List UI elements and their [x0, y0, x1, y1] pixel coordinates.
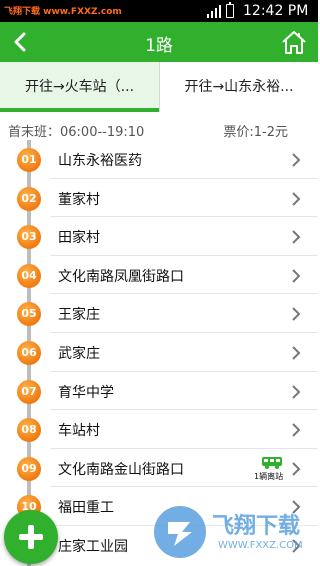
stop-number-badge: 03 [17, 225, 41, 250]
stop-name: 车站村 [58, 423, 100, 440]
stop-number-badge: 02 [17, 186, 41, 211]
chevron-right-icon [292, 191, 301, 206]
watermark: 飞翔下载 WWW.FXXZ.COM [152, 500, 312, 564]
status-watermark: 飞翔下载 www.FXXZ.com [4, 7, 122, 17]
stop-number-badge: 04 [17, 263, 41, 288]
watermark-url: WWW.FXXZ.COM [218, 540, 303, 551]
chevron-right-icon [292, 153, 301, 167]
stop-name: 育华中学 [58, 384, 114, 401]
service-hours: 首末班：06:00--19:10 [8, 125, 145, 140]
stop-number-badge: 06 [17, 341, 41, 365]
stop-row[interactable]: 01 山东永裕医药 [0, 140, 318, 179]
stop-number-badge: 09 [17, 456, 41, 481]
plus-icon [19, 525, 43, 549]
fare: 票价:1-2元 [223, 125, 288, 140]
stop-number-badge: 07 [17, 379, 41, 404]
bus-icon [262, 456, 282, 469]
stop-row[interactable]: 07 育华中学 [0, 372, 318, 411]
chevron-right-icon [292, 462, 301, 476]
direction-tabs: 开往→火车站（... 开往→山东永裕... [0, 62, 318, 112]
stop-name: 田家村 [58, 230, 100, 247]
stop-row[interactable]: 09 文化南路金山街路口 1辆离站 [0, 449, 318, 488]
clock: 12:42 PM [243, 3, 309, 19]
tab-direction-2[interactable]: 开往→山东永裕... [159, 62, 318, 112]
stop-row[interactable]: 06 武家庄 [0, 333, 318, 372]
chevron-right-icon [292, 269, 301, 283]
stop-row[interactable]: 05 王家庄 [0, 294, 318, 333]
stop-name: 王家庄 [58, 307, 100, 324]
stop-number-badge: 08 [17, 418, 41, 443]
bus-status-label: 1辆离站 [254, 471, 284, 481]
watermark-logo-icon [154, 506, 206, 558]
stop-number-badge: 01 [17, 148, 41, 172]
stop-name: 文化南路金山街路口 [58, 461, 184, 478]
stop-row[interactable]: 03 田家村 [0, 217, 318, 256]
stop-name: 山东永裕医药 [58, 153, 142, 169]
stop-name: 文化南路凤凰街路口 [58, 268, 184, 285]
app-header: 1路 [0, 22, 318, 62]
signal-icon [207, 5, 221, 18]
stop-name: 武家庄 [58, 346, 100, 362]
chevron-right-icon [292, 384, 301, 399]
chevron-right-icon [292, 307, 301, 322]
page-title: 1路 [145, 36, 173, 56]
chevron-right-icon [292, 346, 301, 360]
stop-name: 董家村 [58, 191, 100, 208]
chevron-right-icon [292, 230, 301, 244]
battery-icon [226, 2, 234, 18]
chevron-right-icon [292, 423, 301, 437]
stop-name: 福田重工 [58, 500, 114, 517]
route-info: 首末班：06:00--19:10 票价:1-2元 [0, 118, 318, 140]
add-button[interactable] [4, 510, 58, 564]
stop-number-badge: 05 [17, 302, 41, 327]
home-button[interactable] [280, 28, 308, 56]
stop-row[interactable]: 02 董家村 [0, 179, 318, 218]
tab-direction-1[interactable]: 开往→火车站（... [0, 62, 159, 112]
stop-row[interactable]: 08 车站村 [0, 410, 318, 449]
status-bar: 飞翔下载 www.FXXZ.com 12:42 PM [0, 0, 318, 22]
stop-name: 庄家工业园 [58, 539, 128, 555]
stop-row[interactable]: 04 文化南路凤凰街路口 [0, 256, 318, 295]
watermark-text: 飞翔下载 [212, 514, 301, 539]
